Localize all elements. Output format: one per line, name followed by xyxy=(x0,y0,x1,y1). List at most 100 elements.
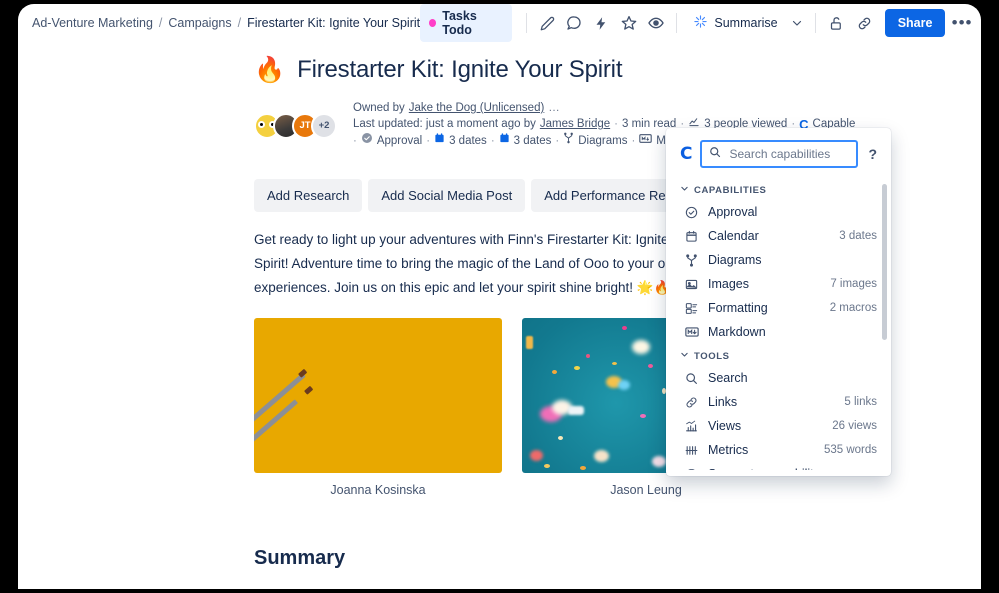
avatar-group[interactable]: JT +2 xyxy=(254,100,337,149)
breadcrumb-item-campaigns[interactable]: Campaigns xyxy=(168,16,231,30)
capability-item-formatting[interactable]: Formatting 2 macros xyxy=(666,296,891,320)
help-icon[interactable]: ? xyxy=(866,146,879,162)
section-label: TOOLS xyxy=(694,350,730,362)
capability-count: 2 macros xyxy=(829,302,877,314)
capability-item-approval[interactable]: Approval xyxy=(666,200,891,224)
capability-item-images[interactable]: Images 7 images xyxy=(666,272,891,296)
check-circle-icon xyxy=(361,132,373,149)
badge-diagrams[interactable]: Diagrams xyxy=(563,132,627,149)
summarise-button[interactable]: Summarise xyxy=(685,9,785,37)
page-title: Firestarter Kit: Ignite Your Spirit xyxy=(297,56,623,83)
capability-item-diagrams[interactable]: Diagrams xyxy=(666,248,891,272)
page-title-row: 🔥 Firestarter Kit: Ignite Your Spirit xyxy=(254,56,981,84)
chevron-down-icon[interactable] xyxy=(788,10,808,36)
pencils-on-yellow-image[interactable] xyxy=(254,318,502,473)
capability-count: 3 dates xyxy=(839,230,877,242)
search-field-wrapper[interactable] xyxy=(700,140,859,168)
lightning-icon[interactable] xyxy=(589,9,614,37)
chevron-down-icon xyxy=(680,184,689,196)
meta-separator: · xyxy=(614,118,618,130)
formatting-icon xyxy=(684,302,699,315)
tasks-todo-label: Tasks Todo xyxy=(442,9,477,37)
badge-label: Diagrams xyxy=(578,134,628,147)
lock-icon[interactable] xyxy=(824,9,849,37)
diagram-icon xyxy=(684,253,699,267)
app-window: Ad-Venture Marketing / Campaigns / Fires… xyxy=(18,4,981,589)
tool-label: Search xyxy=(708,371,748,385)
tool-count: 535 words xyxy=(823,444,877,456)
badge-label: 3 dates xyxy=(513,134,552,147)
more-options-icon[interactable]: ••• xyxy=(949,9,974,37)
toolbar-divider xyxy=(815,13,817,33)
panel-header: C ? xyxy=(666,128,891,178)
search-capabilities-input[interactable] xyxy=(727,146,850,162)
capability-count: 7 images xyxy=(830,278,877,290)
markdown-icon xyxy=(639,133,653,149)
fire-emoji-icon[interactable]: 🔥 xyxy=(254,57,285,83)
calendar-icon xyxy=(434,132,445,149)
section-header-capabilities[interactable]: CAPABILITIES xyxy=(666,178,891,200)
calendar-icon xyxy=(499,132,510,149)
owner-link[interactable]: Jake the Dog (Unlicensed) xyxy=(409,100,545,116)
summary-heading: Summary xyxy=(254,547,346,569)
top-bar: Ad-Venture Marketing / Campaigns / Fires… xyxy=(18,4,981,42)
avatar-overflow-count[interactable]: +2 xyxy=(311,112,337,139)
edit-pencil-icon[interactable] xyxy=(534,9,559,37)
tool-item-links[interactable]: Links 5 links xyxy=(666,390,891,414)
metrics-icon xyxy=(684,444,699,457)
chart-icon xyxy=(684,420,699,433)
capability-label: Markdown xyxy=(708,325,766,339)
capability-label: Diagrams xyxy=(708,253,762,267)
breadcrumb-item-space[interactable]: Ad-Venture Marketing xyxy=(32,16,153,30)
breadcrumb-item-current[interactable]: Firestarter Kit: Ignite Your Spirit xyxy=(247,16,420,30)
share-button[interactable]: Share xyxy=(884,9,946,37)
badge-approval[interactable]: Approval xyxy=(361,132,422,149)
tool-item-metrics[interactable]: Metrics 535 words xyxy=(666,438,891,462)
last-updated-label: Last updated: just a moment ago by xyxy=(353,118,536,130)
meta-separator: · xyxy=(555,134,560,147)
section-label: CAPABILITIES xyxy=(694,184,767,196)
tool-label: Suggest a capability xyxy=(708,467,820,470)
meta-separator: · xyxy=(631,134,636,147)
badge-label: 3 dates xyxy=(449,134,487,147)
tool-label: Links xyxy=(708,395,738,409)
link-icon[interactable] xyxy=(852,9,877,37)
meta-separator: · xyxy=(426,134,431,147)
badge-dates-1[interactable]: 3 dates xyxy=(434,132,487,149)
markdown-icon xyxy=(684,326,699,338)
avatar-eye-icon xyxy=(258,120,265,128)
check-circle-icon xyxy=(684,206,699,219)
tool-item-search[interactable]: Search xyxy=(666,366,891,390)
badge-dates-2[interactable]: 3 dates xyxy=(499,132,552,149)
toolbar-divider xyxy=(676,13,678,33)
add-social-media-post-button[interactable]: Add Social Media Post xyxy=(368,179,526,212)
meta-separator: · xyxy=(353,134,357,147)
owner-more-icon[interactable]: … xyxy=(548,100,560,116)
capability-label: Formatting xyxy=(708,301,768,315)
diagram-icon xyxy=(563,132,574,149)
search-icon xyxy=(684,372,699,385)
capability-item-calendar[interactable]: Calendar 3 dates xyxy=(666,224,891,248)
status-dot-icon xyxy=(429,19,437,27)
comment-icon[interactable] xyxy=(562,9,587,37)
gallery-caption: Jason Leung xyxy=(610,483,682,497)
capability-label: Calendar xyxy=(708,229,759,243)
owned-by-label: Owned by xyxy=(353,102,405,114)
last-editor-link[interactable]: James Bridge xyxy=(540,116,610,132)
tool-item-suggest-capability[interactable]: Suggest a capability xyxy=(666,462,891,470)
tasks-todo-chip[interactable]: Tasks Todo xyxy=(420,4,512,42)
capabilities-panel: C ? CAPABILITIES Approval xyxy=(666,128,891,476)
section-header-tools[interactable]: TOOLS xyxy=(666,344,891,366)
breadcrumb: Ad-Venture Marketing / Campaigns / Fires… xyxy=(32,16,420,30)
add-research-button[interactable]: Add Research xyxy=(254,179,363,212)
panel-scrollbar[interactable] xyxy=(882,184,887,340)
speech-bubble-icon xyxy=(684,468,699,470)
eye-icon[interactable] xyxy=(643,9,668,37)
chevron-down-icon xyxy=(680,350,689,362)
capable-logo-icon: C xyxy=(680,143,693,164)
body-paragraph: Get ready to light up your adventures wi… xyxy=(254,232,704,295)
star-icon[interactable] xyxy=(616,9,641,37)
tool-item-views[interactable]: Views 26 views xyxy=(666,414,891,438)
tool-label: Views xyxy=(708,419,742,433)
capability-item-markdown[interactable]: Markdown xyxy=(666,320,891,344)
